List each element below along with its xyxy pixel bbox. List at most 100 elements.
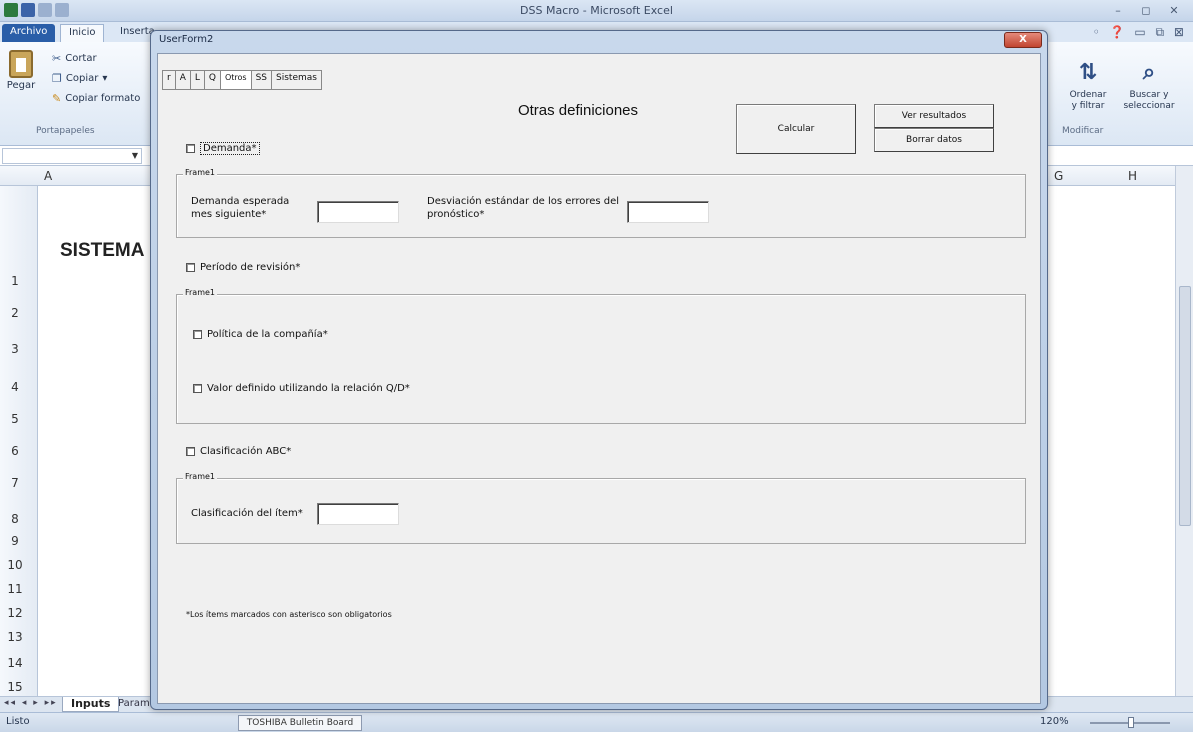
cut-label: Cortar [65,53,97,64]
row-header[interactable]: 12 [0,606,30,620]
page-title: Otras definiciones [517,102,639,119]
dialog-title: UserForm2 [159,34,214,45]
find-select-button[interactable]: ⌕ Buscar y seleccionar [1116,56,1182,112]
row-header[interactable]: 11 [0,582,30,596]
demanda-esperada-label-line2: mes siguiente* [191,209,267,220]
name-box[interactable]: ▼ [2,148,142,164]
demanda-esperada-label: Demanda esperada mes siguiente* [191,195,289,221]
checkbox-box[interactable] [193,384,202,393]
paste-button[interactable]: Pegar [4,50,38,91]
row-header[interactable]: 6 [0,444,30,458]
row-headers: 1 2 3 4 5 6 7 8 9 10 11 12 13 14 15 [0,186,38,696]
clasificacion-item-input[interactable] [317,503,399,525]
sheet-nav-arrows[interactable]: ◂◂ ◂ ▸ ▸▸ [4,698,58,708]
frame-legend: Frame1 [183,472,218,481]
tab-inicio[interactable]: Inicio [60,24,105,42]
row-header[interactable]: 5 [0,412,30,426]
tab-r[interactable]: r [163,71,176,89]
brush-icon: ✎ [52,92,62,105]
cut-button[interactable]: ✂ Cortar [52,52,97,65]
row-header[interactable]: 13 [0,630,30,644]
row-header[interactable]: 1 [0,274,30,288]
chevron-down-icon: ▼ [131,151,138,160]
valor-qd-label: Valor definido utilizando la relación Q/… [207,383,410,394]
demanda-esperada-label-line1: Demanda esperada [191,196,290,207]
row-header[interactable]: 10 [0,558,30,572]
clasificacion-abc-checkbox[interactable]: Clasificación ABC* [186,446,291,457]
checkbox-box[interactable] [186,263,195,272]
tab-a[interactable]: A [176,71,191,89]
tab-l[interactable]: L [191,71,205,89]
format-painter-button[interactable]: ✎ Copiar formato [52,92,140,105]
checkbox-box[interactable] [186,447,195,456]
row-header[interactable]: 14 [0,656,30,670]
sheet-tab-inputs[interactable]: Inputs [62,697,120,712]
row-header[interactable]: 3 [0,342,30,356]
abc-frame: Frame1 Clasificación del ítem* [176,472,1026,544]
calcular-button[interactable]: Calcular [736,104,856,154]
periodo-revision-checkbox[interactable]: Período de revisión* [186,262,300,273]
sort-filter-button[interactable]: ⇅ Ordenar y filtrar [1068,56,1108,112]
ver-resultados-button[interactable]: Ver resultados [874,104,994,128]
frame-legend: Frame1 [183,168,218,177]
column-header-a[interactable]: A [44,169,52,183]
desviacion-label-line1: Desviación estándar de los errores del [427,196,620,207]
chevron-down-icon: ▾ [102,73,108,84]
desviacion-label: Desviación estándar de los errores del p… [427,195,619,221]
checkbox-box[interactable] [186,144,195,153]
periodo-frame: Frame1 Política de la compañía* Valor de… [176,288,1026,424]
politica-checkbox[interactable]: Política de la compañía* [193,329,328,340]
excel-window-controls: – ◻ ✕ [1105,2,1187,18]
excel-close-icon[interactable]: ✕ [1161,2,1187,18]
row-header[interactable]: 15 [0,680,30,694]
demanda-checkbox-label: Demanda* [200,142,260,155]
tab-ss[interactable]: SS [252,71,273,89]
row-header[interactable]: 8 [0,512,30,526]
tab-archivo[interactable]: Archivo [2,24,56,42]
row-header[interactable]: 7 [0,476,30,490]
zoom-level[interactable]: 120% [1040,716,1069,727]
excel-window-title: DSS Macro - Microsoft Excel [520,4,673,17]
required-fields-note: *Los ítems marcados con asterisco son ob… [186,610,392,619]
row-header[interactable]: 9 [0,534,30,548]
frame-legend: Frame1 [183,288,218,297]
restore-icon[interactable]: ◻ [1133,2,1159,18]
format-painter-label: Copiar formato [65,93,141,104]
checkbox-box[interactable] [193,330,202,339]
minimize-icon[interactable]: – [1105,2,1131,18]
copy-button[interactable]: ❐ Copiar ▾ [52,72,107,85]
tab-q[interactable]: Q [205,71,221,89]
tab-otros[interactable]: Otros [220,71,252,89]
scrollbar-thumb[interactable] [1179,286,1191,526]
taskbar-item[interactable]: TOSHIBA Bulletin Board [238,715,362,731]
clipboard-group-label: Portapapeles [36,126,95,136]
valor-qd-checkbox[interactable]: Valor definido utilizando la relación Q/… [193,383,410,394]
editing-group-label: Modificar [1062,126,1104,136]
demanda-esperada-input[interactable] [317,201,399,223]
politica-label: Política de la compañía* [207,329,328,340]
clasificacion-abc-label: Clasificación ABC* [200,446,292,457]
copy-icon: ❐ [52,72,62,85]
zoom-slider-handle[interactable] [1128,717,1134,728]
paste-label: Pegar [6,80,36,91]
ribbon-help-icons[interactable]: ◦ ❓ ▭ ⧉ ⊠ [1093,25,1187,40]
column-header-g[interactable]: G [1054,169,1063,183]
sort-label-1: Ordenar [1069,90,1107,100]
multipage-tabs: r A L Q Otros SS Sistemas [162,70,322,90]
clasificacion-item-label: Clasificación del ítem* [191,508,303,519]
column-header-h[interactable]: H [1128,169,1137,183]
demanda-checkbox[interactable]: Demanda* [186,142,260,155]
status-bar: Listo TOSHIBA Bulletin Board 120% [0,712,1193,732]
desviacion-input[interactable] [627,201,709,223]
row-header[interactable]: 2 [0,306,30,320]
binoculars-icon: ⌕ [1142,60,1156,85]
dialog-close-button[interactable]: X [1004,32,1042,48]
find-label-2: seleccionar [1123,101,1175,111]
borrar-datos-button[interactable]: Borrar datos [874,128,994,152]
sort-icon: ⇅ [1078,60,1098,85]
sheet-tab-param[interactable]: Param [118,698,150,709]
row-header[interactable]: 4 [0,380,30,394]
vertical-scrollbar[interactable] [1175,166,1193,696]
demanda-frame: Frame1 Demanda esperada mes siguiente* D… [176,168,1026,238]
tab-sistemas[interactable]: Sistemas [272,71,321,89]
